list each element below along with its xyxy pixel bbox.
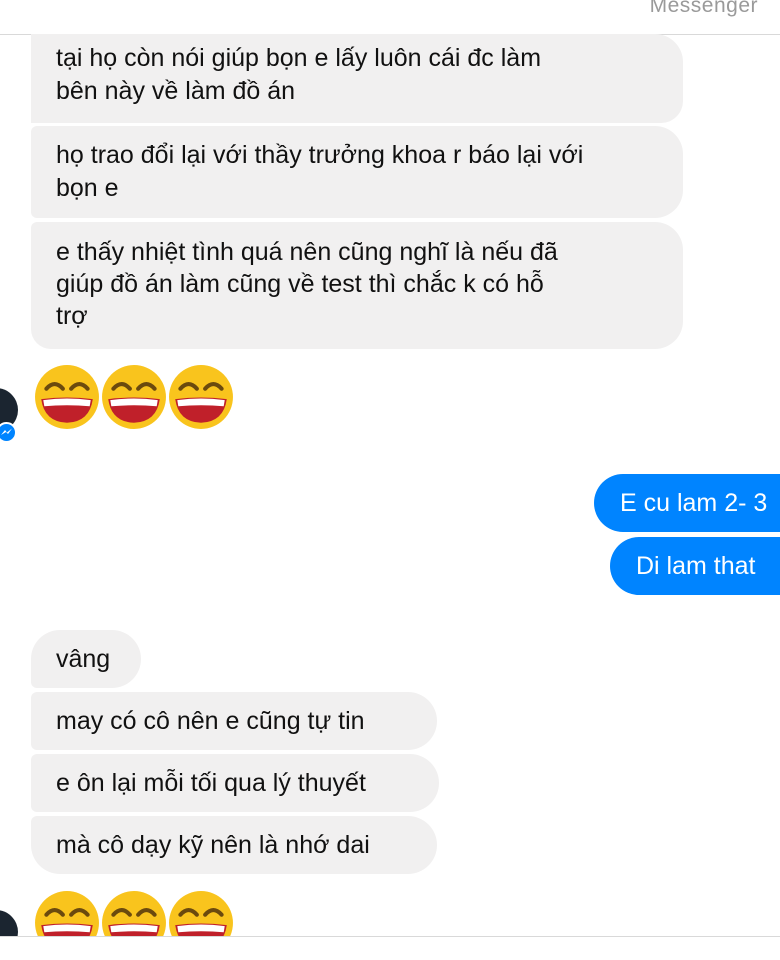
outgoing-message-2[interactable]: Di lam that bbox=[610, 537, 780, 595]
message-text: vâng bbox=[56, 645, 111, 673]
message-text: Di lam that bbox=[636, 552, 756, 580]
bottom-bar bbox=[0, 937, 780, 960]
grinning-squint-emoji-icon bbox=[35, 365, 99, 429]
incoming-message-2[interactable]: họ trao đổi lại với thầy trưởng khoa r b… bbox=[31, 126, 683, 218]
app-title: Messenger bbox=[649, 0, 758, 17]
message-text-line: tại họ còn nói giúp bọn e lấy luôn cái đ… bbox=[56, 44, 542, 72]
incoming-message-5[interactable]: may có cô nên e cũng tự tin bbox=[31, 692, 437, 750]
message-text: e ôn lại mỗi tối qua lý thuyết bbox=[56, 769, 366, 797]
incoming-message-6[interactable]: e ôn lại mỗi tối qua lý thuyết bbox=[31, 754, 439, 812]
message-text-line: bên này về làm đồ án bbox=[56, 77, 296, 105]
message-text-line: bọn e bbox=[56, 174, 119, 202]
app-header: Messenger bbox=[0, 0, 780, 35]
message-text: mà cô dạy kỹ nên là nhớ dai bbox=[56, 831, 370, 859]
message-text-line: trợ bbox=[56, 302, 88, 330]
incoming-message-4[interactable]: vâng bbox=[31, 630, 141, 688]
incoming-message-3[interactable]: e thấy nhiệt tình quá nên cũng nghĩ là n… bbox=[31, 222, 683, 349]
incoming-message-1[interactable]: tại họ còn nói giúp bọn e lấy luôn cái đ… bbox=[31, 34, 683, 123]
message-text-line: e thấy nhiệt tình quá nên cũng nghĩ là n… bbox=[56, 238, 558, 266]
incoming-message-7[interactable]: mà cô dạy kỹ nên là nhớ dai bbox=[31, 816, 437, 874]
message-text: may có cô nên e cũng tự tin bbox=[56, 707, 365, 735]
outgoing-message-1[interactable]: E cu lam 2- 3 bbox=[594, 474, 780, 532]
message-text: E cu lam 2- 3 bbox=[620, 489, 768, 517]
message-text-line: giúp đồ án làm cũng về test thì chắc k c… bbox=[56, 270, 544, 298]
message-text-line: họ trao đổi lại với thầy trưởng khoa r b… bbox=[56, 141, 584, 169]
messenger-badge-icon bbox=[0, 422, 17, 443]
grinning-squint-emoji-icon bbox=[169, 365, 233, 429]
grinning-squint-emoji-icon bbox=[102, 365, 166, 429]
emoji-reaction-row[interactable] bbox=[34, 364, 234, 430]
